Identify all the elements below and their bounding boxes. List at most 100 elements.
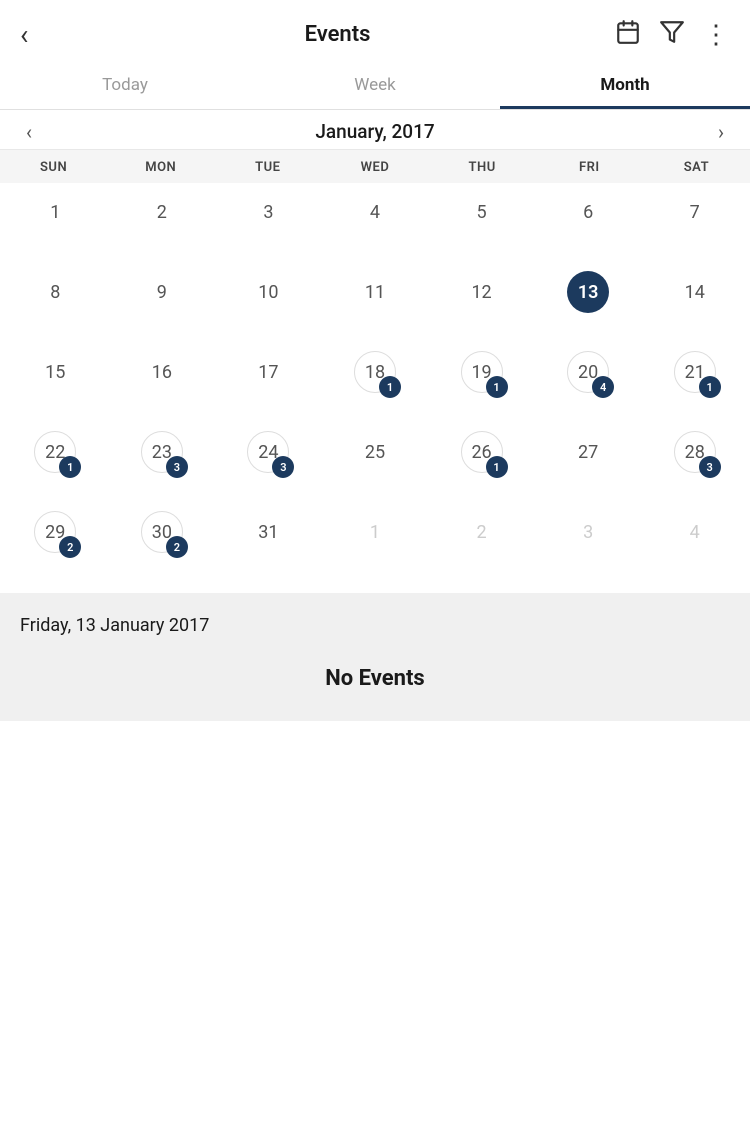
- day-number: 8: [34, 271, 76, 313]
- day-number: 4: [354, 191, 396, 233]
- event-badge: 3: [699, 456, 721, 478]
- day-header-sun: SUN: [0, 160, 107, 175]
- day-header-tue: TUE: [214, 160, 321, 175]
- calendar-cell[interactable]: 9: [109, 263, 216, 343]
- calendar-cell[interactable]: 8: [2, 263, 109, 343]
- day-number: 16: [141, 351, 183, 393]
- day-number: 292: [34, 511, 76, 553]
- day-number: 9: [141, 271, 183, 313]
- calendar-cell[interactable]: 211: [641, 343, 748, 423]
- calendar-cell[interactable]: 2: [109, 183, 216, 263]
- day-number: 261: [461, 431, 503, 473]
- day-number: 3: [247, 191, 289, 233]
- tab-week[interactable]: Week: [250, 61, 500, 109]
- calendar-cell[interactable]: 191: [428, 343, 535, 423]
- day-number: 233: [141, 431, 183, 473]
- day-number: 211: [674, 351, 716, 393]
- header-icons: ⋮: [615, 19, 730, 51]
- calendar-cell[interactable]: 6: [535, 183, 642, 263]
- day-number: 302: [141, 511, 183, 553]
- day-number: 221: [34, 431, 76, 473]
- day-header-fri: FRI: [536, 160, 643, 175]
- day-number: 283: [674, 431, 716, 473]
- day-number: 6: [567, 191, 609, 233]
- event-badge: 1: [59, 456, 81, 478]
- tab-today[interactable]: Today: [0, 61, 250, 109]
- day-number: 25: [354, 431, 396, 473]
- day-number: 1: [354, 511, 396, 553]
- calendar-cell[interactable]: 3: [535, 503, 642, 583]
- tab-month[interactable]: Month: [500, 61, 750, 109]
- calendar-cell[interactable]: 31: [215, 503, 322, 583]
- day-number: 10: [247, 271, 289, 313]
- day-headers: SUN MON TUE WED THU FRI SAT: [0, 150, 750, 183]
- bottom-panel: Friday, 13 January 2017 No Events: [0, 593, 750, 721]
- calendar-cell[interactable]: 15: [2, 343, 109, 423]
- day-number: 12: [461, 271, 503, 313]
- calendar-cell[interactable]: 1: [2, 183, 109, 263]
- calendar-cell[interactable]: 1: [322, 503, 429, 583]
- calendar-cell[interactable]: 25: [322, 423, 429, 503]
- header: ‹ Events ⋮: [0, 0, 750, 61]
- calendar-cell[interactable]: 12: [428, 263, 535, 343]
- day-number: 2: [141, 191, 183, 233]
- event-badge: 2: [166, 536, 188, 558]
- calendar-cell[interactable]: 283: [641, 423, 748, 503]
- calendar-cell[interactable]: 7: [641, 183, 748, 263]
- day-number: 31: [247, 511, 289, 553]
- calendar-cell[interactable]: 233: [109, 423, 216, 503]
- month-title: January, 2017: [315, 120, 434, 143]
- calendar-cell[interactable]: 261: [428, 423, 535, 503]
- day-number: 14: [674, 271, 716, 313]
- event-badge: 3: [272, 456, 294, 478]
- calendar-cell[interactable]: 221: [2, 423, 109, 503]
- calendar-cell[interactable]: 13: [535, 263, 642, 343]
- calendar-cell[interactable]: 4: [641, 503, 748, 583]
- calendar-cell[interactable]: 17: [215, 343, 322, 423]
- day-number: 181: [354, 351, 396, 393]
- day-number: 3: [567, 511, 609, 553]
- day-number: 17: [247, 351, 289, 393]
- more-icon[interactable]: ⋮: [703, 20, 730, 50]
- day-number: 27: [567, 431, 609, 473]
- calendar-cell[interactable]: 2: [428, 503, 535, 583]
- day-header-thu: THU: [429, 160, 536, 175]
- selected-date: Friday, 13 January 2017: [20, 615, 730, 636]
- calendar-cell[interactable]: 181: [322, 343, 429, 423]
- event-badge: 3: [166, 456, 188, 478]
- no-events-label: No Events: [20, 666, 730, 691]
- next-month-button[interactable]: ›: [702, 116, 740, 148]
- calendar-icon[interactable]: [615, 19, 641, 51]
- event-badge: 1: [486, 376, 508, 398]
- calendar-cell[interactable]: 27: [535, 423, 642, 503]
- day-number: 204: [567, 351, 609, 393]
- calendar-cell[interactable]: 14: [641, 263, 748, 343]
- event-badge: 1: [699, 376, 721, 398]
- calendar-cell[interactable]: 5: [428, 183, 535, 263]
- day-number: 4: [674, 511, 716, 553]
- calendar-cell[interactable]: 292: [2, 503, 109, 583]
- month-nav: ‹ January, 2017 ›: [0, 110, 750, 150]
- event-badge: 1: [486, 456, 508, 478]
- day-number: 15: [34, 351, 76, 393]
- day-header-wed: WED: [321, 160, 428, 175]
- event-badge: 2: [59, 536, 81, 558]
- day-number: 5: [461, 191, 503, 233]
- prev-month-button[interactable]: ‹: [10, 116, 48, 148]
- calendar-cell[interactable]: 11: [322, 263, 429, 343]
- day-number: 243: [247, 431, 289, 473]
- day-number: 7: [674, 191, 716, 233]
- tabs-bar: Today Week Month: [0, 61, 750, 110]
- filter-icon[interactable]: [659, 19, 685, 51]
- calendar-cell[interactable]: 243: [215, 423, 322, 503]
- day-header-mon: MON: [107, 160, 214, 175]
- day-number: 2: [461, 511, 503, 553]
- back-button[interactable]: ‹: [20, 18, 60, 51]
- calendar-cell[interactable]: 16: [109, 343, 216, 423]
- calendar-cell[interactable]: 3: [215, 183, 322, 263]
- calendar-cell[interactable]: 10: [215, 263, 322, 343]
- calendar-cell[interactable]: 4: [322, 183, 429, 263]
- day-number: 11: [354, 271, 396, 313]
- calendar-cell[interactable]: 302: [109, 503, 216, 583]
- calendar-cell[interactable]: 204: [535, 343, 642, 423]
